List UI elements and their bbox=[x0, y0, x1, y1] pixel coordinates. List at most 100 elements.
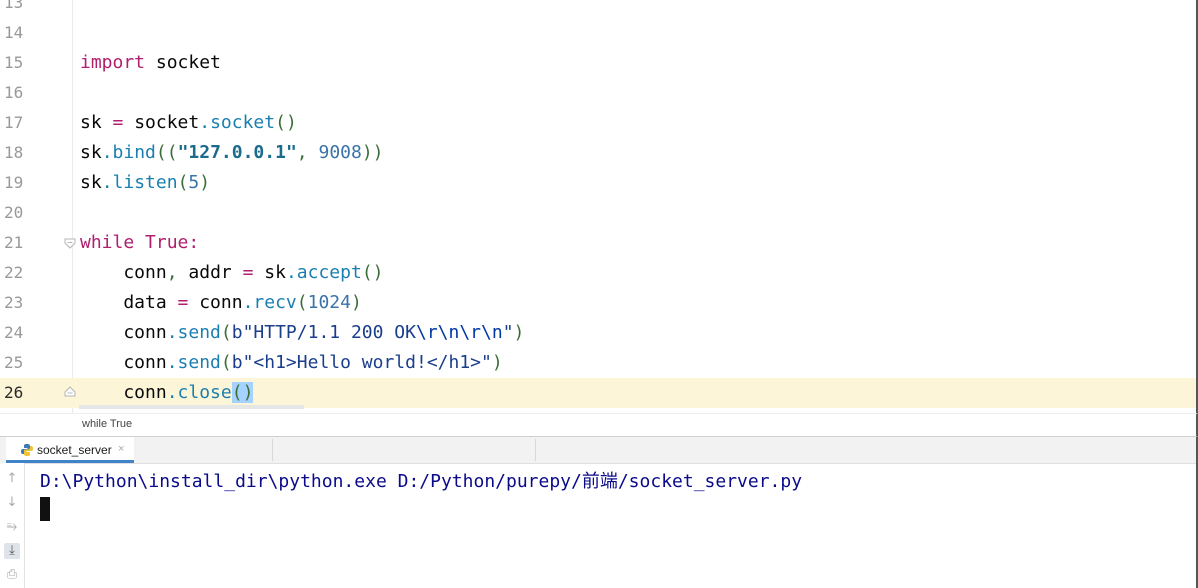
tab-socket-server[interactable]: socket_server × bbox=[6, 437, 134, 463]
fold-end-marker-icon[interactable] bbox=[64, 386, 76, 398]
code-line[interactable]: 14 bbox=[0, 18, 1196, 48]
method-token: accept bbox=[296, 262, 362, 283]
punct-token: , bbox=[166, 262, 189, 283]
line-number: 23 bbox=[4, 293, 24, 312]
code-line[interactable]: 22 conn, addr = sk.accept() bbox=[0, 258, 1196, 288]
keyword-token: import bbox=[80, 52, 146, 73]
method-token: listen bbox=[112, 172, 178, 193]
colon-token: : bbox=[188, 232, 200, 253]
string-token: "127.0.0.1" bbox=[177, 142, 297, 163]
paren-token: ) bbox=[491, 352, 503, 373]
dot-token: . bbox=[166, 382, 178, 403]
identifier-token: conn bbox=[199, 292, 243, 313]
code-line[interactable]: 19 sk.listen(5) bbox=[0, 168, 1196, 198]
scope-indicator bbox=[79, 405, 304, 409]
console-cursor bbox=[40, 497, 50, 521]
paren-token: () bbox=[361, 262, 384, 283]
code-text: data = conn.recv(1024) bbox=[80, 288, 361, 318]
scroll-to-end-icon[interactable]: ⤓ bbox=[4, 543, 20, 559]
breadcrumb-item[interactable]: while True bbox=[82, 418, 132, 430]
paren-token: ( bbox=[220, 322, 232, 343]
number-token: 1024 bbox=[307, 292, 351, 313]
tab-divider bbox=[272, 439, 273, 461]
line-number: 26 bbox=[4, 383, 24, 402]
line-number: 24 bbox=[4, 323, 24, 342]
punct-token: , bbox=[296, 142, 319, 163]
identifier-token: sk bbox=[264, 262, 286, 283]
method-token: send bbox=[177, 322, 221, 343]
paren-token: () bbox=[275, 112, 297, 133]
current-code-line[interactable]: 26 conn.close() bbox=[0, 378, 1196, 408]
line-number: 14 bbox=[4, 23, 24, 42]
identifier-token: data bbox=[80, 292, 167, 313]
number-token: 5 bbox=[188, 172, 200, 193]
identifier-token: sk bbox=[80, 142, 102, 163]
code-line[interactable]: 18 sk.bind(("127.0.0.1", 9008)) bbox=[0, 138, 1196, 168]
identifier-token: conn bbox=[80, 322, 167, 343]
dot-token: . bbox=[242, 292, 254, 313]
fold-marker-icon[interactable] bbox=[64, 237, 76, 249]
matched-paren-token: () bbox=[231, 382, 254, 403]
code-line[interactable]: 15 import socket bbox=[0, 48, 1196, 78]
paren-token: ) bbox=[199, 172, 211, 193]
number-token: 9008 bbox=[318, 142, 362, 163]
dot-token: . bbox=[199, 112, 211, 133]
code-text: import socket bbox=[80, 48, 221, 78]
line-number: 21 bbox=[4, 233, 24, 252]
print-icon[interactable]: ⎙ bbox=[4, 567, 20, 583]
escape-token: \r\n\r\n bbox=[415, 322, 503, 343]
code-line[interactable]: 24 conn.send(b"HTTP/1.1 200 OK\r\n\r\n") bbox=[0, 318, 1196, 348]
identifier-token: socket bbox=[145, 52, 221, 73]
paren-token: )) bbox=[361, 142, 384, 163]
paren-token: (( bbox=[155, 142, 178, 163]
line-number: 16 bbox=[4, 83, 24, 102]
run-panel: socket_server × ↑ ↓ ⥱ ⤓ ⎙ D:\Python\inst… bbox=[0, 436, 1198, 588]
code-line[interactable]: 16 bbox=[0, 78, 1196, 108]
identifier-token: addr bbox=[188, 262, 232, 283]
down-arrow-icon[interactable]: ↓ bbox=[4, 495, 20, 511]
code-line[interactable]: 17 sk = socket.socket() bbox=[0, 108, 1196, 138]
code-line[interactable]: 25 conn.send(b"<h1>Hello world!</h1>") bbox=[0, 348, 1196, 378]
python-icon bbox=[21, 444, 33, 456]
quote-token: " bbox=[502, 322, 514, 343]
line-number: 20 bbox=[4, 203, 24, 222]
bytes-string-token: b"<h1>Hello world!</h1>" bbox=[231, 352, 492, 373]
keyword-token: True bbox=[145, 232, 189, 253]
dot-token: . bbox=[285, 262, 297, 283]
line-number: 22 bbox=[4, 263, 24, 282]
code-text: sk = socket.socket() bbox=[80, 108, 297, 138]
code-line[interactable]: 20 bbox=[0, 198, 1196, 228]
operator-token: = bbox=[231, 262, 265, 283]
line-number: 19 bbox=[4, 173, 24, 192]
dot-token: . bbox=[166, 352, 178, 373]
up-arrow-icon[interactable]: ↑ bbox=[4, 471, 20, 487]
identifier-token: sk bbox=[80, 112, 102, 133]
identifier-token: conn bbox=[80, 262, 167, 283]
line-number: 17 bbox=[4, 113, 24, 132]
line-number: 25 bbox=[4, 353, 24, 372]
code-line[interactable]: 21 while True: bbox=[0, 228, 1196, 258]
code-text: conn.send(b"<h1>Hello world!</h1>") bbox=[80, 348, 503, 378]
code-line[interactable]: 23 data = conn.recv(1024) bbox=[0, 288, 1196, 318]
method-token: close bbox=[177, 382, 232, 403]
identifier-token: conn bbox=[80, 382, 167, 403]
console-output[interactable]: D:\Python\install_dir\python.exe D:/Pyth… bbox=[40, 467, 802, 493]
bytes-string-token: b"HTTP/1.1 200 OK bbox=[231, 322, 416, 343]
paren-token: ( bbox=[220, 352, 232, 373]
method-token: recv bbox=[253, 292, 297, 313]
identifier-token: socket bbox=[134, 112, 200, 133]
method-token: bind bbox=[112, 142, 156, 163]
code-line[interactable]: 13 bbox=[0, 0, 1196, 18]
method-token: socket bbox=[210, 112, 276, 133]
code-text: while True: bbox=[80, 228, 199, 258]
soft-wrap-icon[interactable]: ⥱ bbox=[4, 519, 20, 535]
tab-label: socket_server bbox=[37, 443, 112, 457]
close-icon[interactable]: × bbox=[118, 443, 124, 455]
line-number: 15 bbox=[4, 53, 24, 72]
code-editor[interactable]: 13 14 15 import socket 16 17 sk = socket… bbox=[0, 0, 1198, 413]
dot-token: . bbox=[101, 172, 113, 193]
operator-token: = bbox=[101, 112, 135, 133]
breadcrumb[interactable]: while True bbox=[0, 413, 1198, 437]
tab-divider bbox=[535, 439, 536, 461]
line-number: 13 bbox=[4, 0, 24, 12]
